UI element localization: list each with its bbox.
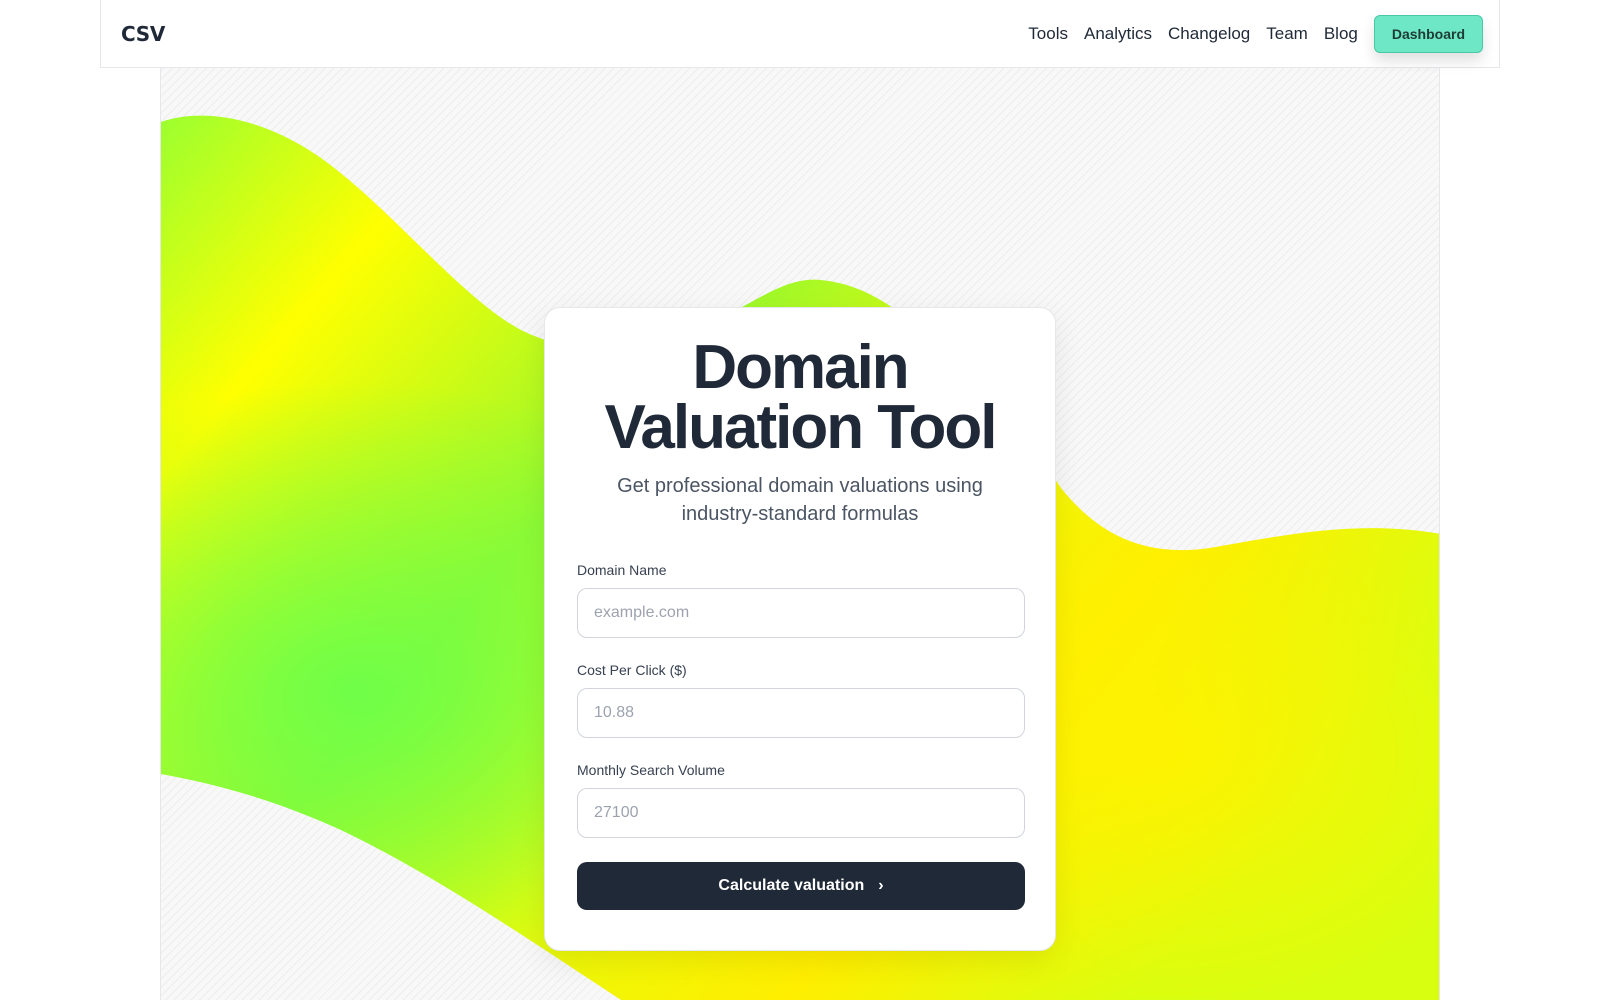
- page-title: Domain Valuation Tool: [577, 337, 1023, 459]
- domain-name-label: Domain Name: [577, 562, 667, 578]
- calculate-valuation-label: Calculate valuation: [718, 877, 865, 894]
- cost-per-click-label: Cost Per Click ($): [577, 662, 687, 678]
- title-line-2: Valuation Tool: [604, 393, 997, 462]
- top-navbar: CSV Tools Analytics Changelog Team Blog …: [100, 0, 1500, 68]
- nav-links: Tools Analytics Changelog Team Blog Dash…: [1028, 14, 1483, 53]
- title-line-1: Domain: [692, 333, 909, 402]
- valuation-card: Domain Valuation Tool Get professional d…: [544, 307, 1056, 951]
- monthly-search-volume-label: Monthly Search Volume: [577, 762, 725, 778]
- nav-link-tools[interactable]: Tools: [1028, 24, 1068, 44]
- calculate-valuation-button[interactable]: Calculate valuation ›: [577, 862, 1025, 910]
- nav-link-analytics[interactable]: Analytics: [1084, 24, 1152, 44]
- brand-logo[interactable]: CSV: [121, 22, 165, 46]
- nav-link-blog[interactable]: Blog: [1324, 24, 1358, 44]
- dashboard-button[interactable]: Dashboard: [1373, 14, 1483, 53]
- nav-link-changelog[interactable]: Changelog: [1168, 24, 1250, 44]
- domain-name-input[interactable]: [577, 588, 1025, 638]
- page-subtitle: Get professional domain valuations using…: [617, 475, 983, 525]
- chevron-right-icon: ›: [878, 877, 884, 894]
- cost-per-click-input[interactable]: [577, 688, 1025, 738]
- nav-link-team[interactable]: Team: [1266, 24, 1308, 44]
- monthly-search-volume-input[interactable]: [577, 788, 1025, 838]
